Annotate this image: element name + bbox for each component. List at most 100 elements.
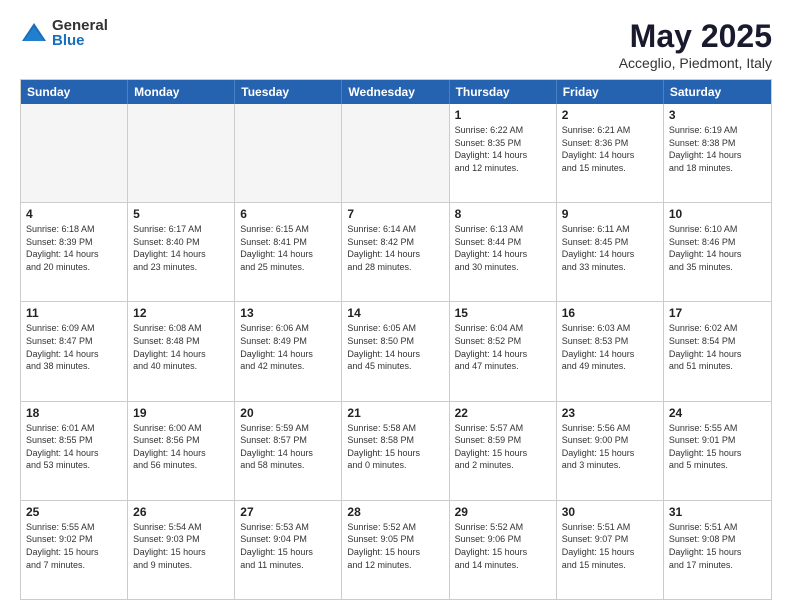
day-number: 22 — [455, 406, 551, 420]
day-info: Sunrise: 5:52 AM Sunset: 9:05 PM Dayligh… — [347, 521, 443, 571]
day-cell-1-2 — [128, 104, 235, 202]
day-number: 29 — [455, 505, 551, 519]
day-cell-1-1 — [21, 104, 128, 202]
day-cell-2-1: 4Sunrise: 6:18 AM Sunset: 8:39 PM Daylig… — [21, 203, 128, 301]
calendar-body: 1 Sunrise: 6:22 AM Sunset: 8:35 PM Daylig… — [21, 104, 771, 599]
day-number: 28 — [347, 505, 443, 519]
day-cell-3-1: 11 Sunrise: 6:09 AM Sunset: 8:47 PM Dayli… — [21, 302, 128, 400]
day-cell-5-5: 29 Sunrise: 5:52 AM Sunset: 9:06 PM Dayli… — [450, 501, 557, 599]
day-info: Sunrise: 6:03 AM Sunset: 8:53 PM Dayligh… — [562, 322, 658, 372]
day-number: 23 — [562, 406, 658, 420]
day-cell-1-7: 3 Sunrise: 6:19 AM Sunset: 8:38 PM Daylig… — [664, 104, 771, 202]
logo-icon — [20, 19, 48, 47]
day-info: Sunrise: 6:08 AM Sunset: 8:48 PM Dayligh… — [133, 322, 229, 372]
day-number: 3 — [669, 108, 766, 122]
day-number: 20 — [240, 406, 336, 420]
day-info: Sunrise: 6:04 AM Sunset: 8:52 PM Dayligh… — [455, 322, 551, 372]
day-info: Sunrise: 6:19 AM Sunset: 8:38 PM Dayligh… — [669, 124, 766, 174]
day-cell-2-5: 8 Sunrise: 6:13 AM Sunset: 8:44 PM Daylig… — [450, 203, 557, 301]
day-number: 26 — [133, 505, 229, 519]
day-number: 8 — [455, 207, 551, 221]
week-row-2: 4Sunrise: 6:18 AM Sunset: 8:39 PM Daylig… — [21, 202, 771, 301]
day-number: 21 — [347, 406, 443, 420]
day-number: 9 — [562, 207, 658, 221]
day-cell-2-3: 6Sunrise: 6:15 AM Sunset: 8:41 PM Daylig… — [235, 203, 342, 301]
day-cell-3-6: 16 Sunrise: 6:03 AM Sunset: 8:53 PM Dayli… — [557, 302, 664, 400]
day-info: Sunrise: 5:55 AM Sunset: 9:02 PM Dayligh… — [26, 521, 122, 571]
location: Acceglio, Piedmont, Italy — [619, 55, 772, 71]
header-wednesday: Wednesday — [342, 80, 449, 104]
week-row-4: 18 Sunrise: 6:01 AM Sunset: 8:55 PM Dayli… — [21, 401, 771, 500]
day-cell-5-7: 31 Sunrise: 5:51 AM Sunset: 9:08 PM Dayli… — [664, 501, 771, 599]
page: General Blue May 2025 Acceglio, Piedmont… — [0, 0, 792, 612]
day-info: Sunrise: 5:52 AM Sunset: 9:06 PM Dayligh… — [455, 521, 551, 571]
day-number: 24 — [669, 406, 766, 420]
day-info: Sunrise: 6:22 AM Sunset: 8:35 PM Dayligh… — [455, 124, 551, 174]
day-cell-3-7: 17Sunrise: 6:02 AM Sunset: 8:54 PM Dayli… — [664, 302, 771, 400]
day-info: Sunrise: 5:56 AM Sunset: 9:00 PM Dayligh… — [562, 422, 658, 472]
day-number: 31 — [669, 505, 766, 519]
header-monday: Monday — [128, 80, 235, 104]
day-info: Sunrise: 5:55 AM Sunset: 9:01 PM Dayligh… — [669, 422, 766, 472]
day-info: Sunrise: 6:17 AM Sunset: 8:40 PM Dayligh… — [133, 223, 229, 273]
day-info: Sunrise: 6:11 AM Sunset: 8:45 PM Dayligh… — [562, 223, 658, 273]
header-thursday: Thursday — [450, 80, 557, 104]
calendar-header: Sunday Monday Tuesday Wednesday Thursday… — [21, 80, 771, 104]
day-number: 1 — [455, 108, 551, 122]
week-row-3: 11 Sunrise: 6:09 AM Sunset: 8:47 PM Dayli… — [21, 301, 771, 400]
logo-general-text: General — [52, 18, 108, 33]
header: General Blue May 2025 Acceglio, Piedmont… — [20, 18, 772, 71]
day-number: 7 — [347, 207, 443, 221]
header-friday: Friday — [557, 80, 664, 104]
header-tuesday: Tuesday — [235, 80, 342, 104]
logo-text: General Blue — [52, 18, 108, 48]
day-number: 27 — [240, 505, 336, 519]
day-cell-3-5: 15 Sunrise: 6:04 AM Sunset: 8:52 PM Dayli… — [450, 302, 557, 400]
day-cell-4-1: 18 Sunrise: 6:01 AM Sunset: 8:55 PM Dayli… — [21, 402, 128, 500]
day-cell-4-5: 22 Sunrise: 5:57 AM Sunset: 8:59 PM Dayli… — [450, 402, 557, 500]
day-number: 30 — [562, 505, 658, 519]
day-info: Sunrise: 5:58 AM Sunset: 8:58 PM Dayligh… — [347, 422, 443, 472]
day-info: Sunrise: 6:05 AM Sunset: 8:50 PM Dayligh… — [347, 322, 443, 372]
day-info: Sunrise: 6:14 AM Sunset: 8:42 PM Dayligh… — [347, 223, 443, 273]
day-cell-5-6: 30 Sunrise: 5:51 AM Sunset: 9:07 PM Dayli… — [557, 501, 664, 599]
logo-blue-text: Blue — [52, 33, 108, 48]
day-number: 12 — [133, 306, 229, 320]
day-info: Sunrise: 5:59 AM Sunset: 8:57 PM Dayligh… — [240, 422, 336, 472]
day-cell-5-4: 28 Sunrise: 5:52 AM Sunset: 9:05 PM Dayli… — [342, 501, 449, 599]
day-info: Sunrise: 5:57 AM Sunset: 8:59 PM Dayligh… — [455, 422, 551, 472]
day-info: Sunrise: 5:51 AM Sunset: 9:08 PM Dayligh… — [669, 521, 766, 571]
day-info: Sunrise: 5:51 AM Sunset: 9:07 PM Dayligh… — [562, 521, 658, 571]
day-cell-4-7: 24 Sunrise: 5:55 AM Sunset: 9:01 PM Dayli… — [664, 402, 771, 500]
day-info: Sunrise: 6:21 AM Sunset: 8:36 PM Dayligh… — [562, 124, 658, 174]
day-number: 15 — [455, 306, 551, 320]
day-cell-2-7: 10Sunrise: 6:10 AM Sunset: 8:46 PM Dayli… — [664, 203, 771, 301]
day-number: 13 — [240, 306, 336, 320]
day-number: 16 — [562, 306, 658, 320]
day-number: 6 — [240, 207, 336, 221]
month-title: May 2025 — [619, 18, 772, 55]
day-number: 25 — [26, 505, 122, 519]
logo: General Blue — [20, 18, 108, 48]
day-number: 18 — [26, 406, 122, 420]
day-info: Sunrise: 6:13 AM Sunset: 8:44 PM Dayligh… — [455, 223, 551, 273]
day-number: 4 — [26, 207, 122, 221]
day-cell-3-4: 14Sunrise: 6:05 AM Sunset: 8:50 PM Dayli… — [342, 302, 449, 400]
day-cell-5-2: 26 Sunrise: 5:54 AM Sunset: 9:03 PM Dayli… — [128, 501, 235, 599]
day-cell-4-4: 21 Sunrise: 5:58 AM Sunset: 8:58 PM Dayli… — [342, 402, 449, 500]
day-cell-2-6: 9 Sunrise: 6:11 AM Sunset: 8:45 PM Daylig… — [557, 203, 664, 301]
day-cell-4-2: 19Sunrise: 6:00 AM Sunset: 8:56 PM Dayli… — [128, 402, 235, 500]
day-number: 2 — [562, 108, 658, 122]
day-cell-1-6: 2 Sunrise: 6:21 AM Sunset: 8:36 PM Daylig… — [557, 104, 664, 202]
day-info: Sunrise: 5:54 AM Sunset: 9:03 PM Dayligh… — [133, 521, 229, 571]
week-row-1: 1 Sunrise: 6:22 AM Sunset: 8:35 PM Daylig… — [21, 104, 771, 202]
day-number: 19 — [133, 406, 229, 420]
day-info: Sunrise: 6:09 AM Sunset: 8:47 PM Dayligh… — [26, 322, 122, 372]
week-row-5: 25 Sunrise: 5:55 AM Sunset: 9:02 PM Dayli… — [21, 500, 771, 599]
day-info: Sunrise: 6:06 AM Sunset: 8:49 PM Dayligh… — [240, 322, 336, 372]
day-cell-2-2: 5 Sunrise: 6:17 AM Sunset: 8:40 PM Daylig… — [128, 203, 235, 301]
day-info: Sunrise: 6:01 AM Sunset: 8:55 PM Dayligh… — [26, 422, 122, 472]
day-number: 5 — [133, 207, 229, 221]
day-info: Sunrise: 6:10 AM Sunset: 8:46 PM Dayligh… — [669, 223, 766, 273]
day-number: 11 — [26, 306, 122, 320]
